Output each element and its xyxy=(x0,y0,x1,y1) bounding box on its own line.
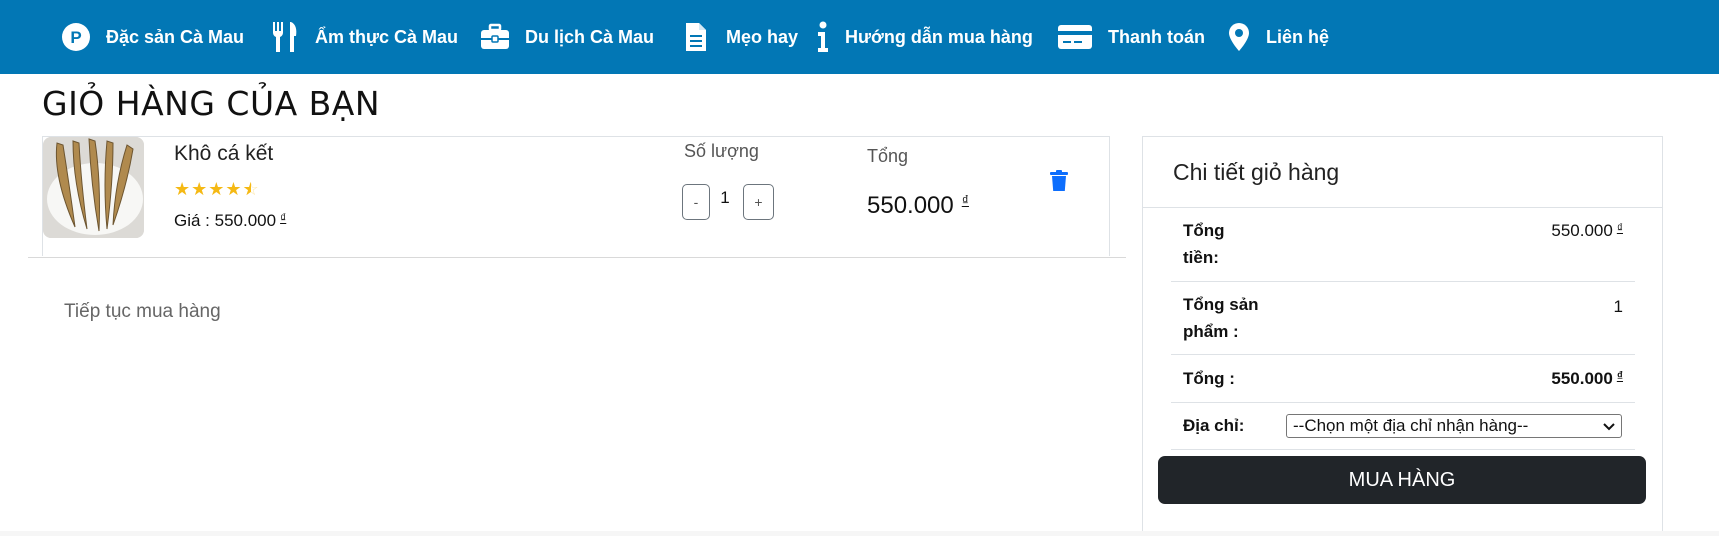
continue-shopping-link[interactable]: Tiếp tục mua hàng xyxy=(64,301,221,323)
cart-summary-panel: Chi tiết giỏ hàng Tổng tiền: 550.000 ₫ Tổ… xyxy=(1142,136,1663,532)
delete-item-button[interactable] xyxy=(1049,170,1069,192)
divider xyxy=(28,257,1126,258)
nav-item-dac-san[interactable]: P Đặc sản Cà Mau xyxy=(61,0,244,74)
subtotal-label: Tổng tiền: xyxy=(1183,217,1225,271)
product-name[interactable]: Khô cá kết xyxy=(174,142,273,166)
chevron-down-icon xyxy=(1603,416,1615,436)
credit-card-icon xyxy=(1057,20,1093,54)
star-icon: ★ xyxy=(208,179,226,199)
grand-total-label: Tổng : xyxy=(1183,369,1235,388)
cart-item-row: Khô cá kết ★ ★ ★ ★ ★☆ Giá : 550.000₫ Số … xyxy=(42,136,1110,256)
page-title: GIỎ HÀNG CỦA BẠN xyxy=(42,84,381,123)
nav-item-am-thuc[interactable]: Ẩm thực Cà Mau xyxy=(270,0,458,74)
subtotal-amount: 550.000 xyxy=(1551,221,1613,240)
product-image[interactable] xyxy=(43,137,144,238)
item-count-label: Tổng sản phẩm : xyxy=(1183,291,1259,345)
price-text: Giá : 550.000 xyxy=(174,211,277,230)
nav-item-thanh-toan[interactable]: Thanh toán xyxy=(1057,0,1205,74)
map-marker-icon xyxy=(1227,20,1251,54)
address-selected-value: --Chọn một địa chỉ nhận hàng-- xyxy=(1293,416,1529,435)
star-icon: ★ xyxy=(191,179,209,199)
divider xyxy=(1171,281,1635,282)
nav-item-du-lich[interactable]: Du lịch Cà Mau xyxy=(480,0,654,74)
quantity-value: 1 xyxy=(720,188,730,207)
checkout-button[interactable]: MUA HÀNG xyxy=(1158,456,1646,504)
nav-label: Đặc sản Cà Mau xyxy=(106,26,245,47)
currency-symbol: ₫ xyxy=(1616,221,1623,235)
nav-label: Thanh toán xyxy=(1108,26,1205,47)
p-circle-icon: P xyxy=(61,20,91,54)
product-price: Giá : 550.000 ₫ xyxy=(174,211,286,231)
item-count-label-line: Tổng sản xyxy=(1183,295,1259,314)
currency-symbol: ₫ xyxy=(280,211,287,225)
summary-title: Chi tiết giỏ hàng xyxy=(1173,159,1340,185)
nav-item-meo-hay[interactable]: Mẹo hay xyxy=(681,0,798,74)
nav-item-huong-dan[interactable]: Hướng dẫn mua hàng xyxy=(816,0,1033,74)
line-total-value: 550.000 xyxy=(867,192,954,219)
quantity-label: Số lượng xyxy=(684,141,759,161)
nav-label: Liên hệ xyxy=(1266,26,1330,47)
nav-label: Ẩm thực Cà Mau xyxy=(315,26,459,47)
svg-text:P: P xyxy=(70,28,81,47)
divider xyxy=(1171,402,1635,403)
footer-edge xyxy=(0,531,1719,536)
line-total: 550.000 ₫ xyxy=(867,192,969,220)
currency-symbol: ₫ xyxy=(1616,369,1623,383)
divider xyxy=(1143,207,1662,208)
briefcase-icon xyxy=(480,20,510,54)
half-star-icon: ★☆ xyxy=(242,179,260,199)
nav-item-lien-he[interactable]: Liên hệ xyxy=(1227,0,1329,74)
rating-stars: ★ ★ ★ ★ ★☆ xyxy=(174,179,260,200)
grand-total-amount: 550.000 xyxy=(1551,369,1613,388)
utensils-icon xyxy=(270,20,300,54)
nav-label: Hướng dẫn mua hàng xyxy=(845,26,1033,47)
currency-symbol: ₫ xyxy=(961,192,969,208)
subtotal-label-line: Tổng xyxy=(1183,221,1225,240)
divider xyxy=(1171,449,1635,450)
nav-label: Mẹo hay xyxy=(726,26,799,47)
info-icon xyxy=(816,20,830,54)
grand-total-value: 550.000 ₫ xyxy=(1551,369,1623,389)
address-label: Địa chỉ: xyxy=(1183,416,1245,435)
subtotal-value: 550.000 ₫ xyxy=(1551,221,1623,241)
decrement-button[interactable]: - xyxy=(682,184,710,220)
trash-icon xyxy=(1050,170,1068,191)
top-navbar: P Đặc sản Cà Mau Ẩm thực Cà Mau Du lịch … xyxy=(0,0,1719,74)
subtotal-label-line: tiền: xyxy=(1183,248,1219,267)
star-icon: ★ xyxy=(174,179,192,199)
star-icon: ★ xyxy=(225,179,243,199)
line-total-label: Tổng xyxy=(867,146,909,166)
nav-label: Du lịch Cà Mau xyxy=(525,26,655,47)
divider xyxy=(1171,354,1635,355)
item-count-label-line: phẩm : xyxy=(1183,322,1239,341)
document-icon xyxy=(681,20,711,54)
item-count-value: 1 xyxy=(1613,297,1623,316)
address-select[interactable]: --Chọn một địa chỉ nhận hàng-- xyxy=(1286,414,1622,438)
increment-button[interactable]: + xyxy=(743,184,774,220)
